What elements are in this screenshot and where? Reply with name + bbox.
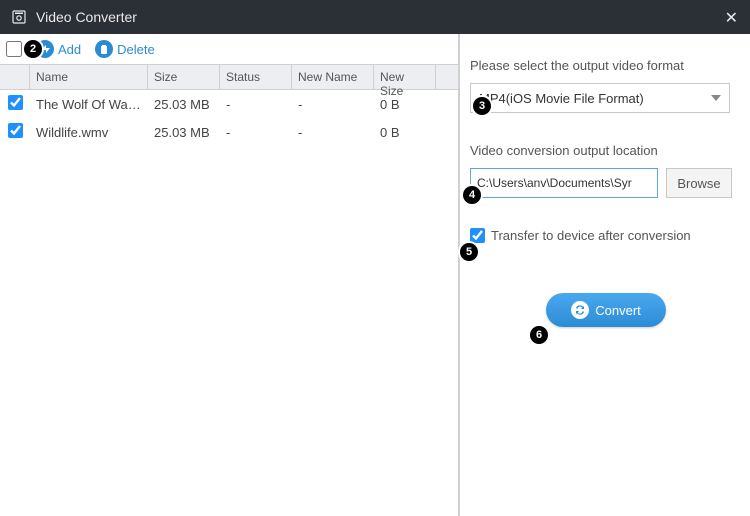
convert-icon [571, 301, 589, 319]
annotation-marker-3: 3 [473, 97, 491, 115]
delete-label: Delete [117, 42, 155, 57]
delete-button[interactable]: Delete [95, 40, 155, 58]
header-newname: New Name [292, 65, 374, 89]
browse-button[interactable]: Browse [666, 168, 732, 198]
table-header: Name Size Status New Name New Size [0, 64, 458, 90]
titlebar: Video Converter ✕ [0, 0, 750, 34]
close-icon[interactable]: ✕ [725, 8, 738, 28]
annotation-marker-5: 5 [460, 243, 478, 261]
row-checkbox[interactable] [8, 95, 23, 110]
add-button[interactable]: Add [36, 40, 81, 58]
convert-label: Convert [595, 303, 641, 318]
annotation-marker-6: 6 [530, 326, 548, 344]
header-newsize: New Size [374, 65, 436, 89]
right-panel: Please select the output video format MP… [460, 34, 750, 516]
cell-status: - [220, 125, 292, 140]
delete-icon [95, 40, 113, 58]
app-icon [10, 8, 28, 26]
header-name: Name [30, 65, 148, 89]
cell-newname: - [292, 97, 374, 112]
add-label: Add [58, 42, 81, 57]
cell-size: 25.03 MB [148, 97, 220, 112]
annotation-marker-2: 2 [24, 40, 42, 58]
cell-size: 25.03 MB [148, 125, 220, 140]
table-row[interactable]: Wildlife.wmv 25.03 MB - - 0 B [0, 118, 458, 146]
table-row[interactable]: The Wolf Of Wall S... 25.03 MB - - 0 B [0, 90, 458, 118]
cell-name: Wildlife.wmv [30, 125, 148, 140]
header-size: Size [148, 65, 220, 89]
transfer-checkbox[interactable] [470, 228, 485, 243]
cell-newsize: 0 B [374, 97, 436, 112]
chevron-down-icon [711, 95, 721, 101]
format-label: Please select the output video format [470, 58, 732, 73]
cell-name: The Wolf Of Wall S... [30, 97, 148, 112]
output-path-input[interactable] [470, 168, 658, 198]
cell-status: - [220, 97, 292, 112]
row-checkbox[interactable] [8, 123, 23, 138]
cell-newsize: 0 B [374, 125, 436, 140]
table-body: The Wolf Of Wall S... 25.03 MB - - 0 B W… [0, 90, 458, 516]
format-select[interactable]: MP4(iOS Movie File Format) [470, 83, 730, 113]
output-label: Video conversion output location [470, 143, 732, 158]
toolbar: Add Delete [0, 34, 458, 64]
convert-button[interactable]: Convert [546, 293, 666, 327]
window-title: Video Converter [36, 9, 137, 25]
left-panel: Add Delete Name Size Status New Name New… [0, 34, 460, 516]
header-status: Status [220, 65, 292, 89]
select-all-checkbox[interactable] [6, 41, 22, 57]
transfer-label: Transfer to device after conversion [491, 228, 691, 243]
format-value: MP4(iOS Movie File Format) [479, 91, 644, 106]
browse-label: Browse [677, 176, 720, 191]
cell-newname: - [292, 125, 374, 140]
annotation-marker-4: 4 [463, 186, 481, 204]
